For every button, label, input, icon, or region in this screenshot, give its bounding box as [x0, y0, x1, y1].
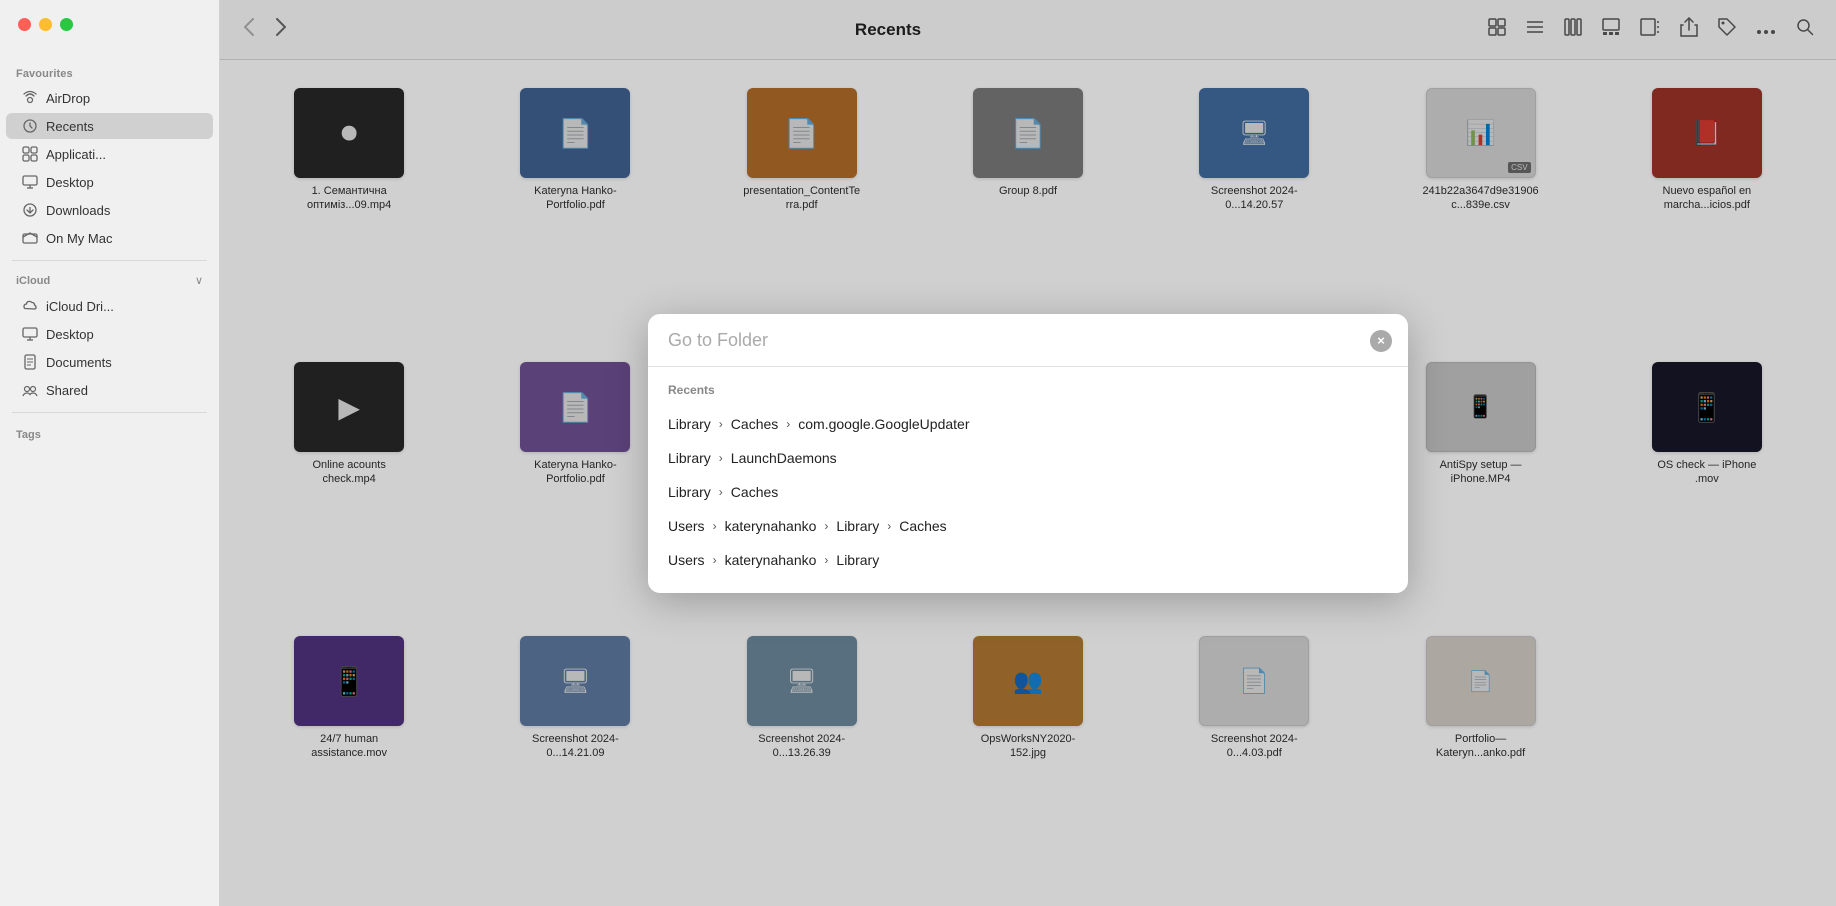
- modal-body: Recents Library › Caches › com.google.Go…: [648, 367, 1408, 593]
- recent-path-item[interactable]: Library › LaunchDaemons: [648, 441, 1408, 475]
- icloud-label: iCloud: [16, 275, 50, 287]
- close-button[interactable]: [18, 18, 31, 31]
- main-content: Recents: [220, 0, 1836, 906]
- recent-path-item[interactable]: Library › Caches › com.google.GoogleUpda…: [648, 407, 1408, 441]
- minimize-button[interactable]: [39, 18, 52, 31]
- downloads-label: Downloads: [46, 203, 110, 218]
- recent-path-item[interactable]: Users › katerynahanko › Library › Caches: [648, 509, 1408, 543]
- sidebar-item-onmymac[interactable]: On My Mac: [6, 225, 213, 251]
- sidebar-item-airdrop[interactable]: AirDrop: [6, 85, 213, 111]
- sidebar-item-shared[interactable]: Shared: [6, 377, 213, 403]
- onmymac-label: On My Mac: [46, 231, 112, 246]
- sidebar-item-icloud-desktop[interactable]: Desktop: [6, 321, 213, 347]
- airdrop-icon: [22, 90, 38, 106]
- shared-icon: [22, 382, 38, 398]
- recents-icon: [22, 118, 38, 134]
- icloud-drive-label: iCloud Dri...: [46, 299, 114, 314]
- path-segment: Library: [836, 518, 879, 534]
- path-segment: Caches: [731, 484, 778, 500]
- path-segment: Caches: [899, 518, 946, 534]
- window-controls: [18, 18, 73, 31]
- clear-input-button[interactable]: ×: [1370, 330, 1392, 352]
- onmymac-icon: [22, 230, 38, 246]
- icloud-section-header[interactable]: iCloud ∨: [0, 269, 219, 292]
- sidebar-item-desktop[interactable]: Desktop: [6, 169, 213, 195]
- icloud-drive-icon: [22, 298, 38, 314]
- folder-path-input[interactable]: [668, 330, 1370, 351]
- chevron-down-icon: ∨: [195, 274, 203, 287]
- path-arrow: ›: [719, 451, 723, 465]
- path-arrow: ›: [713, 553, 717, 567]
- sidebar-item-documents[interactable]: Documents: [6, 349, 213, 375]
- tags-label: Tags: [0, 421, 219, 445]
- path-segment: LaunchDaemons: [731, 450, 837, 466]
- path-arrow: ›: [887, 519, 891, 533]
- path-segment: Users: [668, 518, 705, 534]
- icloud-desktop-icon: [22, 326, 38, 342]
- downloads-icon: [22, 202, 38, 218]
- modal-overlay: × Recents Library › Caches › com.google.…: [220, 0, 1836, 906]
- sidebar-item-recents[interactable]: Recents: [6, 113, 213, 139]
- path-arrow: ›: [824, 553, 828, 567]
- sidebar-item-downloads[interactable]: Downloads: [6, 197, 213, 223]
- airdrop-label: AirDrop: [46, 91, 90, 106]
- path-arrow: ›: [719, 417, 723, 431]
- recent-path-item[interactable]: Users › katerynahanko › Library: [648, 543, 1408, 577]
- path-arrow: ›: [786, 417, 790, 431]
- sidebar-divider-2: [12, 412, 207, 413]
- path-arrow: ›: [824, 519, 828, 533]
- modal-input-area: ×: [648, 314, 1408, 367]
- go-to-folder-dialog: × Recents Library › Caches › com.google.…: [648, 314, 1408, 593]
- documents-label: Documents: [46, 355, 112, 370]
- applications-icon: [22, 146, 38, 162]
- path-segment: Library: [836, 552, 879, 568]
- applications-label: Applicati...: [46, 147, 106, 162]
- path-arrow: ›: [713, 519, 717, 533]
- path-segment: com.google.GoogleUpdater: [798, 416, 969, 432]
- path-arrow: ›: [719, 485, 723, 499]
- sidebar: Favourites AirDrop Recents: [0, 0, 220, 906]
- desktop-icon: [22, 174, 38, 190]
- sidebar-item-applications[interactable]: Applicati...: [6, 141, 213, 167]
- path-segment: katerynahanko: [725, 518, 817, 534]
- maximize-button[interactable]: [60, 18, 73, 31]
- path-segment: Library: [668, 484, 711, 500]
- sidebar-divider: [12, 260, 207, 261]
- icloud-desktop-label: Desktop: [46, 327, 94, 342]
- shared-label: Shared: [46, 383, 88, 398]
- documents-icon: [22, 354, 38, 370]
- path-segment: Library: [668, 416, 711, 432]
- recent-path-item[interactable]: Library › Caches: [648, 475, 1408, 509]
- desktop-label: Desktop: [46, 175, 94, 190]
- path-segment: katerynahanko: [725, 552, 817, 568]
- clear-icon: ×: [1377, 333, 1385, 348]
- path-segment: Library: [668, 450, 711, 466]
- path-segment: Users: [668, 552, 705, 568]
- recents-label: Recents: [46, 119, 94, 134]
- path-segment: Caches: [731, 416, 778, 432]
- sidebar-item-icloud-drive[interactable]: iCloud Dri...: [6, 293, 213, 319]
- favourites-label: Favourites: [0, 60, 219, 84]
- recents-section-label: Recents: [648, 383, 1408, 407]
